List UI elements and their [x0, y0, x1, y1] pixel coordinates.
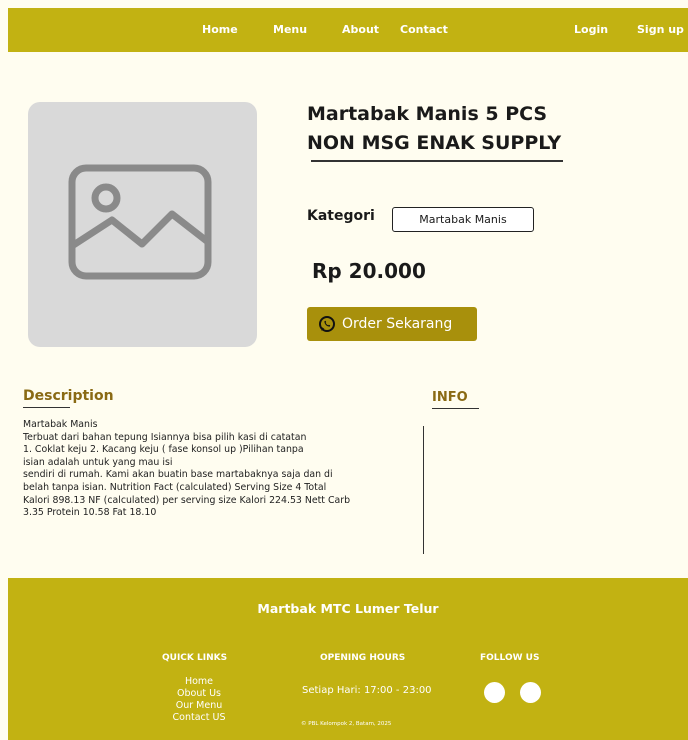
description-line: 3.35 Protein 10.58 Fat 18.10	[23, 507, 157, 519]
nav-contact-link[interactable]: Contact	[400, 23, 448, 36]
description-line: Kalori 898.13 NF (calculated) per servin…	[23, 494, 351, 506]
footer: Martbak MTC Lumer Telur QUICK LINKS OPEN…	[8, 578, 688, 740]
category-label: Kategori	[307, 208, 375, 224]
info-heading: INFO	[432, 390, 468, 405]
description-line: isian adalah untuk yang mau isi	[23, 456, 173, 468]
top-navbar: Home Menu About Contact Login Sign up	[8, 8, 688, 52]
product-title-line-1: Martabak Manis 5 PCS	[307, 103, 548, 125]
footer-brand: Martbak MTC Lumer Telur	[257, 601, 439, 616]
product-price: Rp 20.000	[312, 259, 426, 283]
nav-home-link[interactable]: Home	[202, 23, 238, 36]
description-text: Martabak Manis Terbuat dari bahan tepung…	[23, 419, 418, 520]
follow-us-heading: FOLLOW US	[480, 653, 540, 663]
description-heading: Description	[23, 388, 114, 404]
order-now-button[interactable]: Order Sekarang	[307, 307, 477, 341]
product-title-line-2: NON MSG ENAK SUPPLY	[307, 132, 562, 154]
product-image	[28, 102, 257, 347]
description-underline	[23, 407, 70, 408]
social-icon[interactable]	[484, 682, 505, 703]
quick-links-list: Home Obout Us Our Menu Contact US	[159, 676, 239, 724]
description-line: Martabak Manis	[23, 419, 98, 430]
social-icon[interactable]	[520, 682, 541, 703]
nav-about-link[interactable]: About	[342, 23, 379, 36]
footer-link-about[interactable]: Obout Us	[159, 688, 239, 700]
nav-menu-link[interactable]: Menu	[273, 23, 307, 36]
product-title: Martabak Manis 5 PCS NON MSG ENAK SUPPLY	[307, 100, 607, 158]
opening-hours-heading: OPENING HOURS	[320, 653, 406, 663]
description-line: 1. Coklat keju 2. Kacang keju ( fase kon…	[23, 444, 304, 456]
footer-link-contact[interactable]: Contact US	[159, 712, 239, 724]
quick-links-heading: QUICK LINKS	[162, 653, 228, 663]
footer-link-home[interactable]: Home	[159, 676, 239, 688]
copyright-text: © PBL Kelompok 2, Batam, 2025	[301, 721, 392, 727]
image-placeholder-icon	[68, 164, 212, 280]
whatsapp-icon	[319, 316, 335, 332]
signup-link[interactable]: Sign up	[637, 23, 684, 36]
order-now-label: Order Sekarang	[342, 316, 453, 332]
opening-hours-text: Setiap Hari: 17:00 - 23:00	[302, 685, 432, 696]
description-line: Terbuat dari bahan tepung Isiannya bisa …	[23, 431, 307, 443]
description-line: belah tanpa isian. Nutrition Fact (calcu…	[23, 481, 327, 493]
login-link[interactable]: Login	[574, 23, 608, 36]
description-line: sendiri di rumah. Kami akan buatin base …	[23, 469, 333, 481]
info-underline	[432, 408, 479, 409]
category-badge: Martabak Manis	[392, 207, 534, 232]
title-divider	[311, 160, 563, 162]
footer-link-menu[interactable]: Our Menu	[159, 700, 239, 712]
info-divider	[423, 426, 424, 554]
